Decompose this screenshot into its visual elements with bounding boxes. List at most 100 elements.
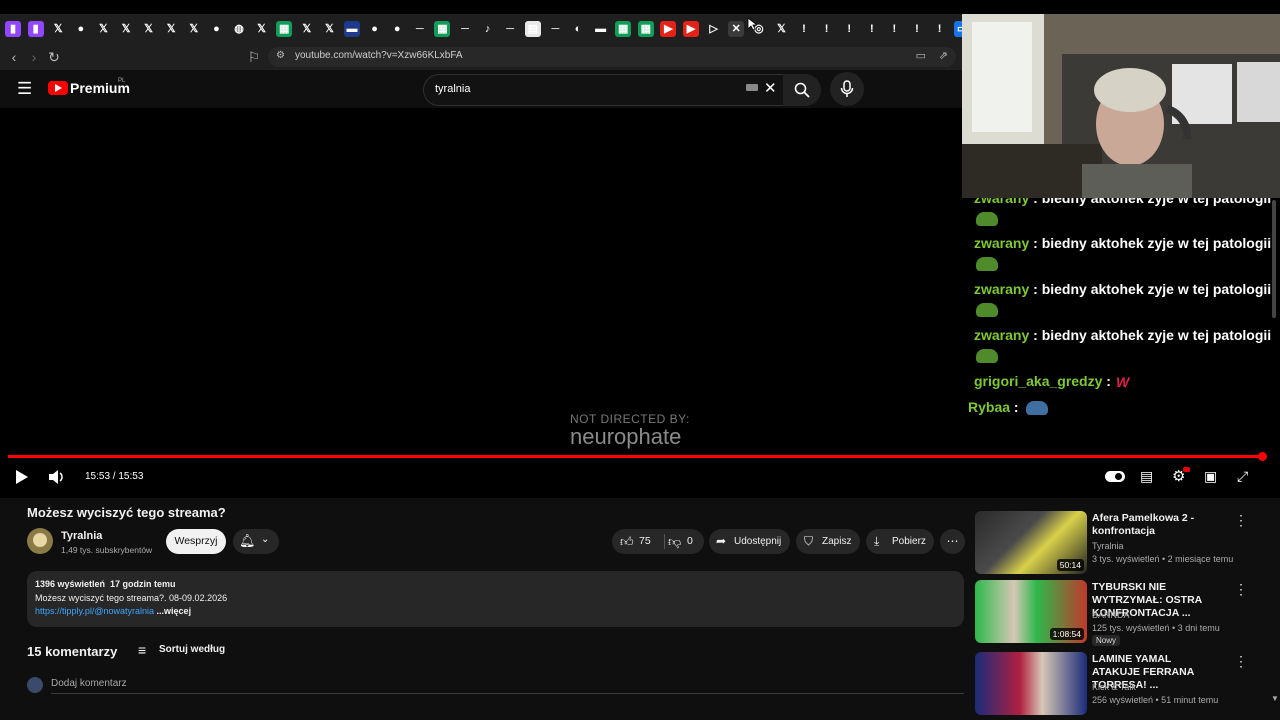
chrome-icon[interactable]: ● — [208, 21, 225, 37]
voice-search-button[interactable] — [830, 72, 864, 106]
sheets-icon[interactable]: ▦ — [637, 21, 654, 37]
autoplay-toggle[interactable] — [1105, 471, 1125, 482]
chat-username: grigori_aka_gredzy — [974, 373, 1103, 389]
download-button[interactable]: ⤓ Pobierz — [866, 529, 934, 554]
sheets-icon[interactable]: ▦ — [615, 21, 632, 37]
search-input[interactable]: tyralnia ✕ — [423, 74, 785, 106]
circle-icon[interactable]: ◐ — [570, 21, 586, 37]
channel-name[interactable]: Tyralnia — [61, 530, 102, 542]
twitch-icon[interactable]: ▮ — [5, 21, 21, 37]
sheets-icon[interactable]: ▦ — [276, 21, 293, 37]
recommendation-thumbnail[interactable]: 1:08:54 — [975, 580, 1087, 643]
x-icon[interactable]: 𝕏 — [163, 21, 180, 37]
keyboard-icon[interactable] — [746, 84, 758, 91]
progress-scrubber[interactable] — [1258, 452, 1267, 461]
chrome-icon[interactable]: ● — [389, 21, 406, 37]
x-icon[interactable]: 𝕏 — [118, 21, 134, 37]
chat-scrollbar[interactable] — [1272, 200, 1276, 318]
more-options-icon[interactable]: ⋮ — [1234, 512, 1248, 529]
notifications-button[interactable]: 🔔︎ ⌄ — [233, 529, 279, 554]
share-button[interactable]: ➦ Udostępnij — [709, 529, 790, 554]
miniplayer-icon[interactable]: ▣ — [1204, 468, 1217, 485]
pin-icon[interactable]: ! — [931, 21, 948, 37]
x-icon[interactable]: 𝕏 — [50, 21, 67, 37]
share-label: Udostępnij — [734, 536, 782, 547]
x-icon[interactable]: 𝕏 — [773, 21, 790, 37]
youtube-icon[interactable]: ▶ — [660, 21, 677, 37]
dash-icon[interactable]: ─ — [547, 21, 564, 37]
sort-icon[interactable]: ≡ — [138, 642, 146, 658]
share-page-icon[interactable]: ⇗ — [939, 49, 948, 62]
pin-icon[interactable]: ! — [909, 21, 925, 37]
play-icon[interactable]: ▷ — [705, 21, 722, 37]
pin-icon[interactable]: ! — [886, 21, 903, 37]
save-button[interactable]: ⛉ Zapisz — [796, 529, 860, 554]
menu-icon[interactable]: ☰ — [17, 79, 32, 99]
cast-icon[interactable]: ▭ — [916, 49, 926, 62]
site-icon[interactable]: ▬ — [344, 21, 360, 37]
dash-icon[interactable]: ─ — [457, 21, 473, 37]
x-icon[interactable]: 𝕏 — [185, 21, 202, 37]
recommendation-title[interactable]: Afera Pamelkowa 2 - konfrontacja — [1092, 512, 1220, 538]
globe-icon[interactable]: ◍ — [231, 21, 247, 37]
like-count[interactable]: 75 — [639, 529, 651, 554]
close-tab-icon[interactable]: ✕ — [728, 21, 745, 37]
doc-icon[interactable]: ▤ — [524, 21, 541, 37]
x-icon[interactable]: 𝕏 — [95, 21, 112, 37]
address-bar[interactable]: ⚙ youtube.com/watch?v=Xzw66KLxbFA ▭ ⇗ — [268, 47, 956, 67]
pin-icon[interactable]: ! — [796, 21, 812, 37]
reload-icon[interactable]: ↻ — [46, 49, 62, 65]
chat-username: zwarany — [974, 327, 1030, 343]
support-button[interactable]: Wesprzyj — [166, 529, 226, 554]
description-link[interactable]: https://tipply.pl/@nowatyralnia — [35, 606, 154, 616]
x-icon[interactable]: 𝕏 — [140, 21, 157, 37]
more-options-icon[interactable]: ⋮ — [1234, 653, 1248, 670]
pin-icon[interactable]: ! — [841, 21, 858, 37]
recommendation-channel[interactable]: Tyralnia — [1092, 541, 1124, 551]
add-comment-input[interactable]: Dodaj komentarz — [51, 678, 127, 689]
youtube-icon[interactable]: ▶ — [683, 21, 699, 37]
channel-avatar[interactable] — [27, 528, 53, 554]
chrome-icon[interactable]: ● — [366, 21, 383, 37]
recommendation-thumbnail[interactable]: 50:14 — [975, 511, 1087, 574]
fullscreen-icon[interactable]: ⤢ — [1237, 468, 1248, 485]
x-icon[interactable]: 𝕏 — [298, 21, 315, 37]
more-link[interactable]: ...więcej — [157, 606, 192, 616]
pin-icon[interactable]: ! — [863, 21, 880, 37]
twitch-icon[interactable]: ▮ — [27, 21, 44, 37]
sort-button[interactable]: Sortuj według — [159, 644, 225, 655]
chrome-icon[interactable]: ● — [72, 21, 89, 37]
x-icon[interactable]: 𝕏 — [321, 21, 338, 37]
dislike-count[interactable]: 0 — [687, 529, 693, 554]
search-button[interactable] — [783, 74, 821, 106]
tiktok-icon[interactable]: ♪ — [479, 21, 496, 37]
more-actions-button[interactable]: ⋯ — [940, 529, 965, 554]
volume-icon[interactable] — [48, 469, 66, 485]
pin-icon[interactable]: ! — [818, 21, 835, 37]
recommendation-thumbnail[interactable] — [975, 652, 1087, 715]
recommendation-channel[interactable]: Kick & Talk — [1092, 682, 1136, 692]
bookmark-icon[interactable]: ⚐ — [246, 49, 262, 65]
sheets-icon[interactable]: ▦ — [434, 21, 451, 37]
recommendation-channel[interactable]: BANNDA — [1092, 610, 1130, 620]
description-box[interactable]: 1396 wyświetleń 17 godzin temu Możesz wy… — [27, 571, 964, 627]
red-icon[interactable]: ▬ — [592, 21, 609, 37]
scroll-down-icon[interactable]: ▼ — [1271, 694, 1279, 703]
youtube-logo-icon[interactable] — [48, 81, 68, 95]
subtitles-icon[interactable]: ▤ — [1140, 468, 1153, 485]
x-icon[interactable]: 𝕏 — [253, 21, 270, 37]
progress-bar[interactable] — [8, 455, 1262, 458]
like-icon[interactable]: 👍︎ — [620, 529, 634, 554]
video-player[interactable]: NOT DIRECTED BY: neurophate — [0, 108, 962, 498]
play-icon[interactable] — [15, 469, 29, 485]
video-duration: 50:14 — [1056, 559, 1084, 571]
more-options-icon[interactable]: ⋮ — [1234, 581, 1248, 598]
clear-search-icon[interactable]: ✕ — [764, 79, 777, 97]
dash-icon[interactable]: ─ — [502, 21, 519, 37]
site-info-icon[interactable]: ⚙ — [276, 50, 285, 61]
back-icon[interactable]: ‹ — [6, 49, 22, 65]
dash-icon[interactable]: ─ — [411, 21, 428, 37]
forward-icon[interactable]: › — [26, 49, 42, 65]
dislike-icon[interactable]: 👎︎ — [668, 529, 681, 554]
save-label: Zapisz — [822, 536, 852, 547]
